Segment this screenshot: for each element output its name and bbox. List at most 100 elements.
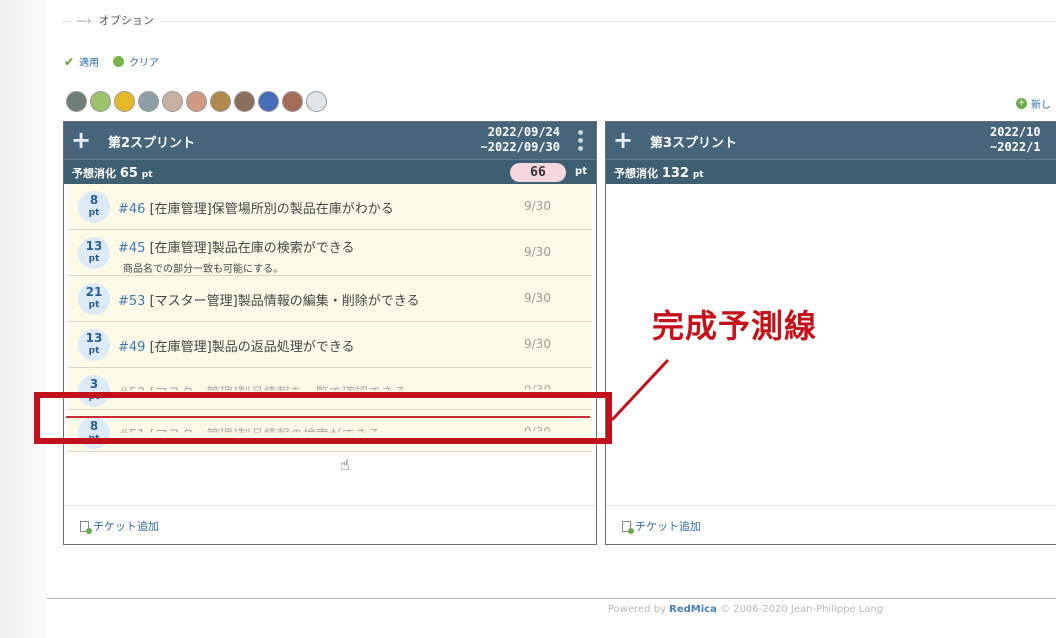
add-ticket-plus-icon[interactable]: +	[71, 128, 91, 152]
ticket-due-date: 9/30	[524, 291, 551, 305]
ticket-title: #46 [在庫管理]保管場所別の製品在庫がわかる	[118, 198, 394, 217]
chevron-right-icon: —›	[76, 14, 92, 27]
ticket-subject: [在庫管理]保管場所別の製品在庫がわかる	[149, 202, 394, 217]
ticket-id-link[interactable]: #53	[118, 294, 145, 309]
annotation-label: 完成予測線	[652, 307, 818, 345]
ticket-card[interactable]: 13 pt #45 [在庫管理]製品在庫の検索ができる商品名での部分一致も可能にする…	[68, 230, 592, 276]
story-points: 13	[85, 331, 103, 345]
story-points: 8	[89, 193, 99, 207]
sprint-end-date: ~2022/1	[990, 140, 1041, 154]
estimate-unit: pt	[692, 170, 704, 180]
add-ticket-plus-icon[interactable]: +	[613, 128, 633, 152]
footer-prefix: Powered by	[608, 604, 670, 615]
story-points-badge: 13 pt	[78, 237, 110, 269]
sprint-header: + 第2スプリント 2022/09/24 ~2022/09/30	[64, 122, 596, 159]
apply-link[interactable]: ✔ 適用	[64, 54, 100, 70]
ticket-id-link[interactable]: #49	[118, 340, 145, 355]
options-toggle[interactable]: —› オプション	[70, 12, 160, 28]
sprint-end-date: ~2022/09/30	[480, 140, 560, 154]
avatar[interactable]	[258, 91, 279, 112]
sprint-start-date: 2022/10	[990, 125, 1041, 139]
ticket-title: #53 [マスター管理]製品情報の編集・削除ができる	[118, 290, 419, 309]
story-points-badge: 21 pt	[78, 283, 110, 315]
avatar[interactable]	[210, 91, 231, 112]
annotation-highlight-box	[34, 392, 612, 444]
story-points-unit: pt	[88, 208, 100, 218]
sprint-estimate-bar: 予想消化 132 pt	[606, 159, 1056, 184]
ticket-card[interactable]: 8 pt #46 [在庫管理]保管場所別の製品在庫がわかる 9/30	[68, 184, 592, 230]
story-points: 21	[85, 285, 103, 299]
story-points-unit: pt	[88, 346, 100, 356]
add-ticket-link[interactable]: チケット追加	[622, 518, 701, 534]
apply-label: 適用	[79, 58, 100, 69]
estimate-unit: pt	[141, 170, 153, 180]
clear-link[interactable]: クリア	[113, 54, 159, 69]
avatar[interactable]	[66, 91, 87, 112]
assignee-avatars	[66, 91, 327, 112]
sprint-title: 第2スプリント	[108, 136, 196, 151]
avatar[interactable]	[186, 91, 207, 112]
sprint-header: + 第3スプリント 2022/10 ~2022/1	[606, 122, 1056, 159]
story-points-badge: 8 pt	[78, 191, 110, 223]
ticket-title: #49 [在庫管理]製品の返品処理ができる	[118, 336, 354, 355]
clear-label: クリア	[129, 58, 160, 69]
ticket-subject: [在庫管理]製品在庫の検索ができる	[149, 241, 355, 256]
estimate-label: 予想消化	[614, 167, 658, 180]
ticket-due-date: 9/30	[524, 337, 551, 351]
avatar[interactable]	[90, 91, 111, 112]
avatar[interactable]	[234, 91, 255, 112]
avatar[interactable]	[306, 91, 327, 112]
annotation-pointer-line	[610, 358, 670, 422]
avatar[interactable]	[138, 91, 159, 112]
footer-brand-link[interactable]: RedMica	[669, 604, 717, 615]
sprint-dates: 2022/10 ~2022/1	[990, 125, 1054, 155]
ticket-title: #45 [在庫管理]製品在庫の検索ができる	[118, 237, 354, 256]
story-points-unit: pt	[88, 254, 100, 264]
ticket-add-icon	[622, 520, 634, 534]
avatar[interactable]	[282, 91, 303, 112]
sprint-title: 第3スプリント	[650, 136, 738, 151]
ticket-card[interactable]: 13 pt #49 [在庫管理]製品の返品処理ができる 9/30	[68, 322, 592, 368]
check-icon: ✔	[64, 54, 75, 69]
points-total-unit: pt	[575, 166, 587, 177]
reload-icon	[113, 56, 125, 67]
hand-cursor-icon: ☝	[340, 455, 350, 474]
more-vertical-icon[interactable]	[578, 130, 583, 154]
avatar[interactable]	[162, 91, 183, 112]
sprint-dates: 2022/09/24 ~2022/09/30	[481, 125, 560, 155]
ticket-add-icon	[80, 520, 92, 534]
sprint-column: + 第2スプリント 2022/09/24 ~2022/09/30 予想消化 65…	[63, 121, 597, 545]
ticket-id-link[interactable]: #45	[118, 241, 145, 256]
story-points: 13	[85, 239, 103, 253]
story-points-badge: 13 pt	[78, 329, 110, 361]
column-divider	[64, 505, 596, 506]
ticket-card[interactable]: 21 pt #53 [マスター管理]製品情報の編集・削除ができる 9/30	[68, 276, 592, 322]
estimate-label: 予想消化	[72, 167, 116, 180]
sprint-start-date: 2022/09/24	[487, 125, 560, 139]
estimate: 予想消化 132 pt	[614, 165, 704, 181]
add-ticket-link[interactable]: チケット追加	[80, 518, 159, 534]
estimate: 予想消化 65 pt	[72, 165, 153, 181]
add-ticket-label: チケット追加	[635, 520, 701, 533]
new-version-label: 新し	[1031, 100, 1051, 111]
ticket-id-link[interactable]: #46	[118, 202, 145, 217]
column-divider	[606, 505, 1056, 506]
options-divider	[62, 21, 1056, 22]
estimate-value: 65	[119, 166, 138, 181]
ticket-subject: [在庫管理]製品の返品処理ができる	[149, 340, 355, 355]
points-total-badge: 66	[510, 163, 566, 182]
new-version-link[interactable]: + 新し	[1016, 96, 1051, 111]
options-label: オプション	[98, 14, 154, 27]
screen: —› オプション ✔ 適用 クリア + 新し + 第2スプリント 2022/09…	[0, 0, 1056, 638]
ticket-description: 商品名での部分一致も可能にする。	[123, 264, 284, 275]
footer-suffix: © 2006-2020 Jean-Philippe Lang	[716, 604, 884, 615]
story-points-unit: pt	[88, 300, 100, 310]
avatar[interactable]	[114, 91, 135, 112]
ticket-due-date: 9/30	[524, 245, 551, 259]
add-ticket-label: チケット追加	[93, 520, 159, 533]
filter-actions: ✔ 適用 クリア	[64, 54, 159, 70]
sprint-estimate-bar: 予想消化 65 pt 66 pt	[64, 159, 596, 184]
footer	[46, 599, 1056, 638]
ticket-subject: [マスター管理]製品情報の編集・削除ができる	[149, 294, 420, 309]
add-icon: +	[1016, 98, 1027, 109]
